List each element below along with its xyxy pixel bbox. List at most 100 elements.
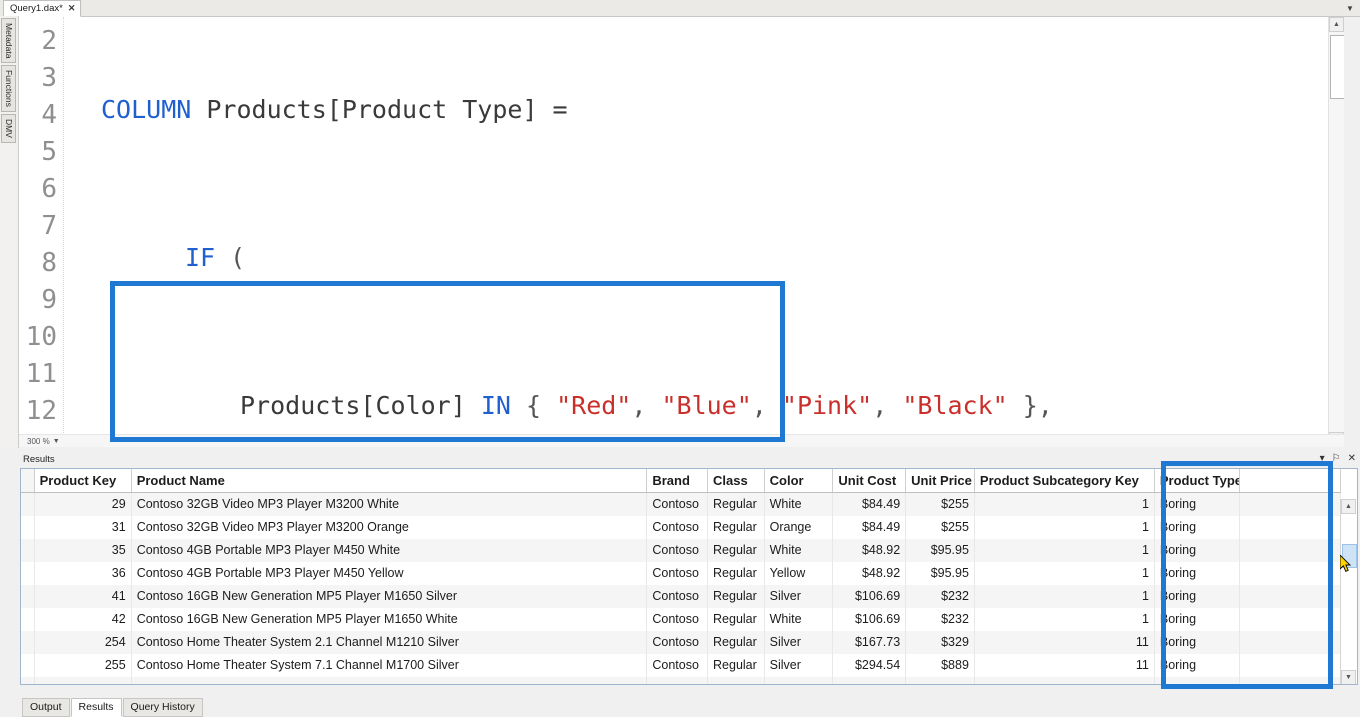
cell-product-key: 255 — [34, 653, 132, 677]
cell-unit-cost: $106.69 — [832, 607, 907, 631]
table-row[interactable]: 256 Contoso Home Theater System 4.1 Chan… — [21, 676, 1342, 684]
table-row[interactable]: 42 Contoso 16GB New Generation MP5 Playe… — [21, 607, 1342, 631]
code-line-2: COLUMN Products[Product Type] = — [65, 91, 1344, 128]
cell-unit-price: $232 — [905, 607, 975, 631]
table-row[interactable]: 29 Contoso 32GB Video MP3 Player M3200 W… — [21, 492, 1342, 516]
cell-product-key: 29 — [34, 492, 132, 516]
row-selector[interactable] — [21, 492, 35, 516]
column-header-product-subcategory-key[interactable]: Product Subcategory Key — [974, 469, 1155, 493]
results-vertical-scrollbar[interactable]: ▲ ▼ — [1340, 499, 1357, 684]
row-selector[interactable] — [21, 561, 35, 585]
row-selector[interactable] — [21, 630, 35, 654]
table-header-row: Product Key Product Name Brand Class Col… — [21, 469, 1342, 493]
cell-blank — [1239, 607, 1342, 631]
cell-subcategory-key: 11 — [974, 676, 1155, 684]
row-selector[interactable] — [21, 584, 35, 608]
cell-unit-price: $95.95 — [905, 538, 975, 562]
results-panel: Results ▾ ⚐ ✕ Product Key Product Name B… — [19, 452, 1360, 698]
cell-color: Silver — [764, 676, 834, 684]
cell-subcategory-key: 1 — [974, 607, 1155, 631]
cell-subcategory-key: 1 — [974, 584, 1155, 608]
row-selector[interactable] — [21, 607, 35, 631]
table-row[interactable]: 41 Contoso 16GB New Generation MP5 Playe… — [21, 584, 1342, 608]
editor-zoom-control[interactable]: 300 % ▼ — [25, 436, 62, 447]
cell-product-type: Boring — [1154, 676, 1240, 684]
chevron-down-icon[interactable]: ▼ — [1342, 1, 1358, 15]
scroll-up-icon[interactable]: ▲ — [1329, 17, 1344, 32]
cell-product-name: Contoso 16GB New Generation MP5 Player M… — [131, 607, 648, 631]
column-header-unit-cost[interactable]: Unit Cost — [832, 469, 907, 493]
close-icon[interactable]: ✕ — [68, 4, 76, 13]
row-selector-header — [21, 469, 35, 493]
editor-horizontal-scrollbar[interactable] — [19, 434, 1344, 447]
chevron-down-icon[interactable]: ▾ — [1320, 453, 1325, 464]
column-header-class[interactable]: Class — [707, 469, 765, 493]
cell-unit-price: $889 — [905, 653, 975, 677]
cell-blank — [1239, 515, 1342, 539]
cell-subcategory-key: 1 — [974, 561, 1155, 585]
results-grid[interactable]: Product Key Product Name Brand Class Col… — [20, 468, 1358, 685]
cell-class: Regular — [707, 538, 765, 562]
code-text: ( — [215, 243, 246, 272]
cell-color: White — [764, 538, 834, 562]
cell-product-key: 256 — [34, 676, 132, 684]
results-panel-buttons: ▾ ⚐ ✕ — [1320, 453, 1356, 464]
cell-blank — [1239, 561, 1342, 585]
column-header-product-key[interactable]: Product Key — [34, 469, 132, 493]
row-selector[interactable] — [21, 515, 35, 539]
cell-blank — [1239, 653, 1342, 677]
cell-subcategory-key: 11 — [974, 653, 1155, 677]
cell-color: Silver — [764, 630, 834, 654]
sidebar-item-dmv[interactable]: DMV — [1, 114, 16, 144]
column-header-color[interactable]: Color — [764, 469, 834, 493]
sidebar-item-metadata[interactable]: Metadata — [1, 18, 16, 64]
row-selector[interactable] — [21, 676, 35, 684]
cell-subcategory-key: 1 — [974, 538, 1155, 562]
cell-product-type: Boring — [1154, 653, 1240, 677]
line-number: 10 — [25, 322, 57, 352]
cell-unit-cost: $202.59 — [832, 676, 907, 684]
code-content[interactable]: COLUMN Products[Product Type] = IF ( Pro… — [65, 17, 1344, 447]
editor-scrollbar-thumb[interactable] — [1330, 35, 1344, 99]
scroll-up-icon[interactable]: ▲ — [1341, 499, 1356, 514]
column-header-brand[interactable]: Brand — [646, 469, 709, 493]
pin-icon[interactable]: ⚐ — [1332, 453, 1341, 464]
tab-output[interactable]: Output — [22, 698, 70, 717]
column-header-unit-price[interactable]: Unit Price — [905, 469, 975, 493]
table-row[interactable]: 254 Contoso Home Theater System 2.1 Chan… — [21, 630, 1342, 654]
cell-unit-cost: $48.92 — [832, 561, 907, 585]
cell-class: Regular — [707, 630, 765, 654]
string-pink: "Pink" — [781, 391, 873, 420]
table-row[interactable]: 255 Contoso Home Theater System 7.1 Chan… — [21, 653, 1342, 677]
cell-class: Regular — [707, 653, 765, 677]
chevron-down-icon[interactable]: ▼ — [53, 438, 60, 445]
column-header-product-type[interactable]: Product Type — [1154, 469, 1240, 493]
cell-unit-price: $255 — [905, 515, 975, 539]
cell-product-key: 36 — [34, 561, 132, 585]
column-header-product-name[interactable]: Product Name — [131, 469, 648, 493]
editor-vertical-scrollbar[interactable]: ▲ ▼ — [1328, 17, 1344, 447]
results-table: Product Key Product Name Brand Class Col… — [21, 469, 1342, 684]
cell-blank — [1239, 630, 1342, 654]
cell-product-name: Contoso Home Theater System 2.1 Channel … — [131, 630, 648, 654]
cell-blank — [1239, 492, 1342, 516]
row-selector[interactable] — [21, 653, 35, 677]
results-scrollbar-thumb[interactable] — [1342, 544, 1357, 568]
code-text: Products[Product Type] = — [191, 95, 568, 124]
tab-query-history[interactable]: Query History — [122, 698, 203, 717]
sidebar-item-functions[interactable]: Functions — [1, 65, 16, 113]
code-text: }, — [1007, 391, 1053, 420]
tab-results[interactable]: Results — [70, 698, 122, 717]
close-icon[interactable]: ✕ — [1348, 453, 1356, 464]
document-tab-query1[interactable]: Query1.dax* ✕ — [3, 0, 82, 17]
table-row[interactable]: 36 Contoso 4GB Portable MP3 Player M450 … — [21, 561, 1342, 585]
table-row[interactable]: 35 Contoso 4GB Portable MP3 Player M450 … — [21, 538, 1342, 562]
cell-brand: Contoso — [646, 492, 709, 516]
code-text: , — [872, 391, 903, 420]
dax-code-editor[interactable]: 2 3 4 5 6 7 8 9 10 11 12 COLUMN Products… — [19, 17, 1344, 447]
table-row[interactable]: 31 Contoso 32GB Video MP3 Player M3200 O… — [21, 515, 1342, 539]
row-selector[interactable] — [21, 538, 35, 562]
cell-product-name: Contoso 4GB Portable MP3 Player M450 Whi… — [131, 538, 648, 562]
cell-product-key: 41 — [34, 584, 132, 608]
scroll-down-icon[interactable]: ▼ — [1341, 670, 1356, 684]
